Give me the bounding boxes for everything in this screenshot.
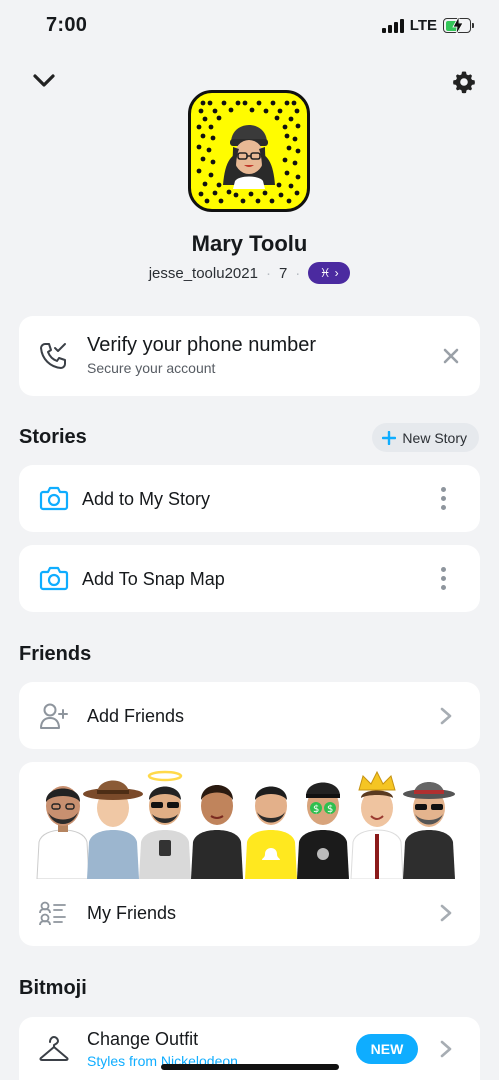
more-options-icon[interactable] — [441, 567, 446, 590]
chevron-right-icon — [440, 707, 452, 730]
friends-list-icon — [39, 900, 67, 931]
add-friends-label: Add Friends — [87, 706, 185, 726]
more-options-icon[interactable] — [441, 487, 446, 510]
new-badge: NEW — [356, 1034, 418, 1064]
stories-section-title: Stories — [19, 426, 87, 448]
my-friends-card[interactable]: $ $ My Friends — [19, 762, 480, 946]
camera-icon — [39, 565, 69, 596]
story-item-label: Add To Snap Map — [82, 569, 225, 589]
profile-meta: jesse_toolu2021 · 7 · ♓ › — [0, 262, 499, 284]
my-friends-label: My Friends — [87, 903, 177, 923]
story-item-label: Add to My Story — [82, 489, 211, 509]
status-time: 7:00 — [46, 14, 88, 36]
verify-subtitle: Secure your account — [87, 360, 216, 376]
battery-icon — [443, 16, 474, 35]
story-item-add-to-snap-map[interactable]: Add To Snap Map — [19, 545, 480, 612]
profile-bitmoji — [223, 125, 275, 189]
snap-score[interactable]: 7 — [279, 265, 287, 282]
change-outfit-label: Change Outfit — [87, 1029, 199, 1049]
change-outfit-row[interactable]: Change Outfit Styles from Nickelodeon NE… — [19, 1017, 480, 1080]
collapse-chevron-down-icon[interactable] — [30, 68, 58, 94]
hanger-icon — [38, 1035, 70, 1068]
add-friends-row[interactable]: Add Friends — [19, 682, 480, 749]
username[interactable]: jesse_toolu2021 — [149, 265, 258, 282]
svg-text:$: $ — [327, 804, 333, 815]
plus-icon — [382, 430, 397, 445]
verify-phone-card[interactable]: Verify your phone number Secure your acc… — [19, 316, 480, 396]
add-friend-icon — [39, 702, 69, 735]
network-type: LTE — [409, 17, 437, 34]
display-name: Mary Toolu — [191, 231, 308, 256]
new-story-label: New Story — [402, 429, 467, 446]
bitmoji-section-title: Bitmoji — [19, 977, 87, 999]
chevron-right-icon: › — [334, 266, 339, 280]
zodiac-pisces-icon: ♓ — [319, 266, 331, 280]
cellular-signal-icon — [381, 18, 404, 33]
home-indicator[interactable] — [161, 1064, 339, 1070]
phone-check-icon — [37, 340, 69, 377]
story-item-add-to-my-story[interactable]: Add to My Story — [19, 465, 480, 532]
zodiac-badge[interactable]: ♓ › — [308, 262, 351, 284]
friends-bitmoji-strip: $ $ — [36, 770, 455, 879]
snapcode[interactable] — [188, 90, 310, 212]
separator-dot: · — [265, 264, 271, 282]
status-indicators: LTE — [381, 16, 474, 35]
separator-dot: · — [295, 264, 301, 282]
svg-text:$: $ — [313, 804, 319, 815]
chevron-right-icon — [440, 904, 452, 927]
settings-gear-icon[interactable] — [451, 69, 477, 95]
new-story-button[interactable]: New Story — [372, 423, 479, 452]
close-icon[interactable] — [443, 348, 459, 369]
chevron-right-icon — [440, 1040, 452, 1063]
friends-section-title: Friends — [19, 643, 92, 665]
verify-title: Verify your phone number — [87, 334, 317, 356]
snapcode-dots — [196, 100, 301, 204]
camera-icon — [39, 485, 69, 516]
